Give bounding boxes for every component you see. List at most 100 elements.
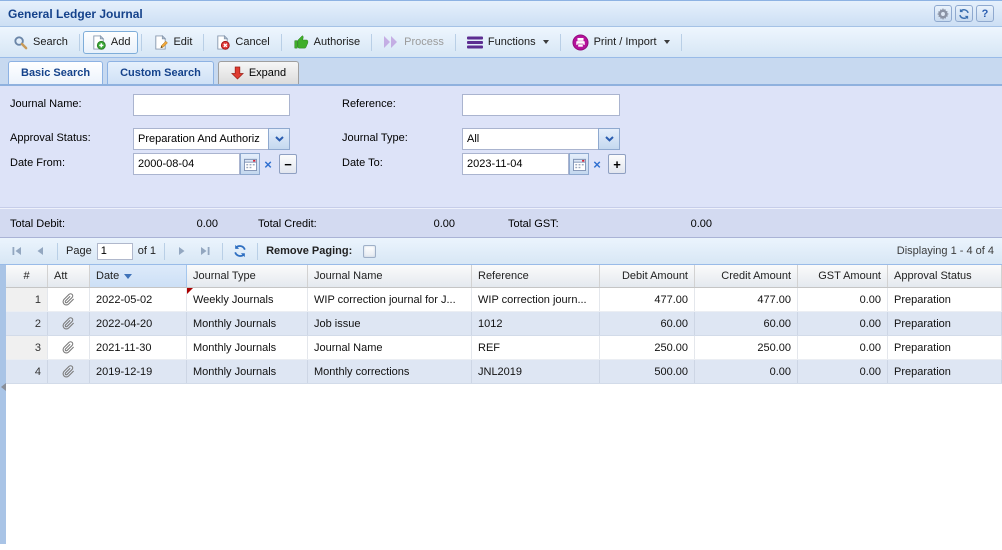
approval-status-cell: Preparation	[888, 336, 1002, 359]
edit-icon	[153, 35, 168, 50]
gear-icon	[937, 8, 949, 20]
tab-basic-search-label: Basic Search	[21, 67, 90, 79]
search-button[interactable]: Search	[5, 31, 76, 54]
reference-cell: 1012	[472, 312, 600, 335]
tab-expand-label: Expand	[249, 67, 286, 79]
attachment-cell	[48, 288, 90, 311]
paperclip-icon[interactable]	[62, 341, 75, 354]
credit-cell: 477.00	[695, 288, 798, 311]
clear-date-to-icon[interactable]: ×	[589, 153, 605, 175]
print-import-button[interactable]: Print / Import	[564, 30, 678, 55]
tab-custom-search-label: Custom Search	[120, 67, 201, 79]
collapse-handle-icon[interactable]	[1, 383, 6, 391]
column-header-date[interactable]: Date	[90, 265, 187, 287]
table-row[interactable]: 4 2019-12-19 Monthly Journals Monthly co…	[6, 360, 1002, 384]
toolbar-separator	[141, 34, 142, 51]
add-button[interactable]: Add	[83, 31, 139, 54]
paging-separator	[57, 243, 58, 260]
journal-type-cell: Weekly Journals	[187, 288, 308, 311]
column-header-reference[interactable]: Reference	[472, 265, 600, 287]
gst-cell: 0.00	[798, 312, 888, 335]
date-to-label: Date To:	[342, 157, 383, 169]
credit-cell: 250.00	[695, 336, 798, 359]
journal-type-label: Journal Type:	[342, 132, 408, 144]
journal-type-select[interactable]: All	[462, 128, 620, 150]
totals-bar: Total Debit: 0.00 Total Credit: 0.00 Tot…	[0, 208, 1002, 238]
approval-status-cell: Preparation	[888, 312, 1002, 335]
journal-name-cell: Journal Name	[308, 336, 472, 359]
approval-status-select[interactable]: Preparation And Authoriz	[133, 128, 290, 150]
cancel-icon	[215, 35, 230, 50]
authorise-button[interactable]: Authorise	[285, 31, 368, 54]
paperclip-icon[interactable]	[62, 365, 75, 378]
column-header-debit-label: Debit Amount	[622, 270, 688, 282]
cancel-button[interactable]: Cancel	[207, 31, 277, 54]
toolbar-separator	[455, 34, 456, 51]
calendar-icon[interactable]	[240, 153, 260, 175]
date-to-plus-button[interactable]: +	[608, 154, 626, 174]
gst-cell: 0.00	[798, 288, 888, 311]
titlebar-buttons: ?	[934, 5, 994, 22]
journal-type-cell: Monthly Journals	[187, 336, 308, 359]
column-header-gst-label: GST Amount	[818, 270, 881, 282]
refresh-icon	[958, 8, 970, 20]
calendar-icon[interactable]	[569, 153, 589, 175]
approval-status-value: Preparation And Authoriz	[133, 128, 268, 150]
title-bar: General Ledger Journal ?	[0, 1, 1002, 27]
journal-name-input[interactable]	[133, 94, 290, 116]
column-header-att[interactable]: Att	[48, 265, 90, 287]
column-header-credit[interactable]: Credit Amount	[695, 265, 798, 287]
column-header-num[interactable]: #	[6, 265, 48, 287]
paperclip-icon[interactable]	[62, 317, 75, 330]
column-header-gst[interactable]: GST Amount	[798, 265, 888, 287]
reference-input[interactable]	[462, 94, 620, 116]
chevron-down-icon[interactable]	[598, 128, 620, 150]
remove-paging-checkbox[interactable]	[363, 245, 376, 258]
help-button[interactable]: ?	[976, 5, 994, 22]
refresh-grid-button[interactable]	[231, 242, 249, 260]
table-row[interactable]: 2 2022-04-20 Monthly Journals Job issue …	[6, 312, 1002, 336]
paperclip-icon[interactable]	[62, 293, 75, 306]
row-number-cell: 2	[6, 312, 48, 335]
clear-date-from-icon[interactable]: ×	[260, 153, 276, 175]
column-header-journal-name-label: Journal Name	[314, 270, 382, 282]
chevron-down-icon	[543, 40, 549, 44]
column-header-approval-status[interactable]: Approval Status	[888, 265, 1002, 287]
previous-page-button[interactable]	[31, 242, 49, 260]
journal-name-cell: Job issue	[308, 312, 472, 335]
printer-icon	[572, 34, 589, 51]
credit-cell: 60.00	[695, 312, 798, 335]
grid-empty-area	[6, 384, 1002, 550]
tab-basic-search[interactable]: Basic Search	[8, 61, 103, 84]
functions-button[interactable]: Functions	[459, 32, 557, 53]
thumbs-up-icon	[293, 35, 309, 50]
edit-button-label: Edit	[173, 36, 192, 48]
total-gst-label: Total GST:	[508, 218, 559, 230]
left-border-strip	[0, 265, 6, 544]
column-header-debit[interactable]: Debit Amount	[600, 265, 695, 287]
table-row[interactable]: 1 2022-05-02 Weekly Journals WIP correct…	[6, 288, 1002, 312]
date-from-minus-button[interactable]: −	[279, 154, 297, 174]
refresh-screen-button[interactable]	[955, 5, 973, 22]
date-to-input[interactable]	[462, 153, 569, 175]
next-page-button[interactable]	[173, 242, 191, 260]
edit-button[interactable]: Edit	[145, 31, 200, 54]
date-from-input[interactable]	[133, 153, 240, 175]
reference-cell: JNL2019	[472, 360, 600, 383]
date-to-group: × +	[462, 153, 626, 175]
row-number-cell: 1	[6, 288, 48, 311]
journal-name-cell: WIP correction journal for J...	[308, 288, 472, 311]
first-page-button[interactable]	[8, 242, 26, 260]
settings-button[interactable]	[934, 5, 952, 22]
toolbar-separator	[371, 34, 372, 51]
column-header-journal-type[interactable]: Journal Type	[187, 265, 308, 287]
table-row[interactable]: 3 2021-11-30 Monthly Journals Journal Na…	[6, 336, 1002, 360]
tab-expand[interactable]: Expand	[218, 61, 299, 84]
column-header-journal-name[interactable]: Journal Name	[308, 265, 472, 287]
date-cell: 2022-05-02	[90, 288, 187, 311]
chevron-down-icon[interactable]	[268, 128, 290, 150]
tab-custom-search[interactable]: Custom Search	[107, 61, 214, 84]
basic-search-form: Journal Name: Reference: Approval Status…	[0, 86, 1002, 208]
last-page-button[interactable]	[196, 242, 214, 260]
page-number-input[interactable]	[97, 243, 133, 260]
